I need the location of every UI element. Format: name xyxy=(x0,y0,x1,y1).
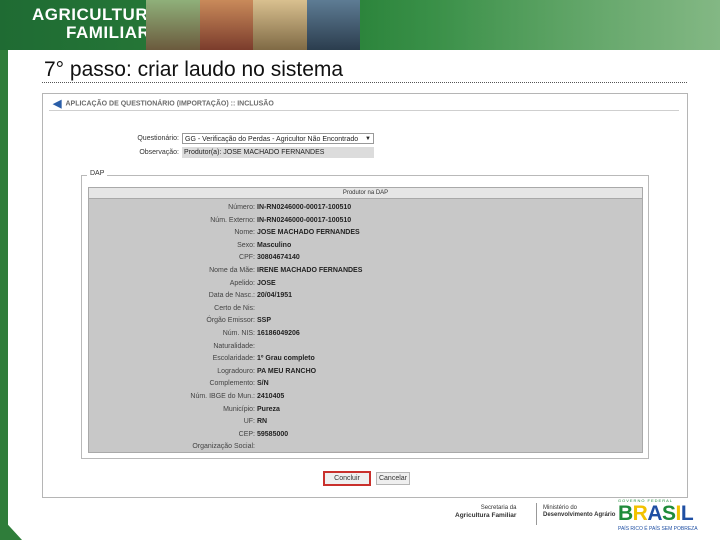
brand-logo: AGRICULTURA FAMILIAR xyxy=(32,6,161,42)
dap-row-value: Masculino xyxy=(257,241,292,249)
dap-row: Organização Social: xyxy=(89,441,642,454)
header-swoosh xyxy=(360,0,720,50)
title-divider xyxy=(42,82,687,83)
header-photos xyxy=(146,0,360,50)
dap-row: Núm. Externo: IN-RN0246000-00017-100510 xyxy=(89,215,642,228)
dap-row-label: Sexo: xyxy=(237,241,255,249)
page-title: 7° passo: criar laudo no sistema xyxy=(44,58,344,81)
photo-woman xyxy=(199,0,253,50)
dap-row-label: Município: xyxy=(223,405,255,413)
dap-row-label: Certo de Nis: xyxy=(214,304,255,312)
dap-row-label: Órgão Emissor: xyxy=(206,317,255,325)
chevron-down-icon[interactable]: ▼ xyxy=(365,134,371,143)
dap-row-label: Apelido: xyxy=(229,279,255,287)
dap-panel: Produtor na DAP Número: IN-RN0246000-0001… xyxy=(88,187,643,453)
dap-row-label: Data de Nasc.: xyxy=(208,292,255,300)
dap-row: Número: IN-RN0246000-00017-100510 xyxy=(89,202,642,215)
dap-row: Data de Nasc.: 20/04/1951 xyxy=(89,290,642,303)
questionario-label: Questionário: xyxy=(137,135,179,142)
dap-row-label: Nome: xyxy=(234,229,255,237)
ministerio-logo: Ministério do Desenvolvimento Agrário xyxy=(543,505,615,519)
concluir-button[interactable]: Concluir xyxy=(323,471,371,486)
left-accent-bar xyxy=(0,50,8,540)
dap-row-label: Núm. Externo: xyxy=(210,216,255,224)
dap-row-label: Nome da Mãe: xyxy=(209,266,255,274)
dap-row: Apelido: JOSE xyxy=(89,278,642,291)
brand-line2: FAMILIAR xyxy=(66,23,151,42)
dap-row-label: Naturalidade: xyxy=(213,342,255,350)
dap-row-label: UF: xyxy=(243,418,255,426)
dap-row-label: Logradouro: xyxy=(217,367,255,375)
dap-row-label: Núm. IBGE do Mun.: xyxy=(190,392,255,400)
dap-row: Logradouro: PA MEU RANCHO xyxy=(89,366,642,379)
dap-row-label: Número: xyxy=(228,204,255,211)
footer-divider xyxy=(536,503,537,525)
secretaria-line2: Agricultura Familiar xyxy=(455,512,517,519)
dap-row: Sexo: Masculino xyxy=(89,240,642,253)
secretaria-line1: Secretaria da xyxy=(480,505,517,511)
observacao-field[interactable]: Produtor(a): JOSE MACHADO FERNANDES xyxy=(182,147,374,158)
dap-row-value: 1º Grau completo xyxy=(257,355,315,363)
back-arrow-icon[interactable]: ◀ xyxy=(53,98,61,110)
brasil-wordmark: BRASIL xyxy=(618,502,694,525)
dap-row-value: 16186049206 xyxy=(257,329,300,337)
ministerio-line2: Desenvolvimento Agrário xyxy=(543,512,616,518)
dap-row-label: Escolaridade: xyxy=(212,355,255,363)
dap-row: CEP: 59585000 xyxy=(89,429,642,442)
dap-row-value: IRENE MACHADO FERNANDES xyxy=(257,266,363,274)
dap-row: Nome: JOSE MACHADO FERNANDES xyxy=(89,227,642,240)
secretaria-logo: Secretaria da Agricultura Familiar xyxy=(455,505,516,520)
brasil-logo: GOVERNO FEDERAL BRASIL PAÍS RICO É PAÍS … xyxy=(618,498,710,532)
dap-row: UF: RN xyxy=(89,416,642,429)
dap-row-value: 2410405 xyxy=(257,392,285,400)
dap-row: Complemento: S/N xyxy=(89,378,642,391)
dap-row-value: 20/04/1951 xyxy=(257,292,293,300)
app-header: ◀ APLICAÇÃO DE QUESTIONÁRIO (IMPORTAÇÃO) … xyxy=(53,97,274,110)
dap-fieldset: DAP Produtor na DAP Número: IN-RN0246000-… xyxy=(81,170,649,459)
dap-panel-header: Produtor na DAP xyxy=(89,188,642,199)
header-banner: AGRICULTURA FAMILIAR xyxy=(0,0,720,50)
brand-line1: AGRICULTURA xyxy=(32,5,161,24)
questionario-value: GG - Verificação do Perdas - Agricultor … xyxy=(185,136,359,143)
photo-workers xyxy=(306,0,360,50)
dap-legend: DAP xyxy=(87,170,108,177)
questionario-select[interactable]: GG - Verificação do Perdas - Agricultor … xyxy=(182,133,374,144)
cancelar-button[interactable]: Cancelar xyxy=(376,472,410,485)
dap-row: Nome da Mãe: IRENE MACHADO FERNANDES xyxy=(89,265,642,278)
brasil-slogan: PAÍS RICO É PAÍS SEM POBREZA xyxy=(618,526,698,532)
dap-row: Município: Pureza xyxy=(89,404,642,417)
dap-row-value: JOSE xyxy=(257,279,276,287)
dap-row-label: CEP: xyxy=(238,430,255,438)
ministerio-line1: Ministério do xyxy=(543,505,578,511)
dap-row-value: 30804674140 xyxy=(257,254,300,262)
dap-row-value: IN-RN0246000-00017-100510 xyxy=(257,204,352,211)
dap-row-value: JOSE MACHADO FERNANDES xyxy=(257,229,360,237)
app-title: APLICAÇÃO DE QUESTIONÁRIO (IMPORTAÇÃO) :… xyxy=(65,100,274,108)
dap-row-value: RN xyxy=(257,418,268,426)
dap-row-label: Organização Social: xyxy=(192,443,255,451)
dap-row-value: SSP xyxy=(257,317,272,325)
photo-man-hat xyxy=(253,0,307,50)
app-header-divider xyxy=(49,110,679,111)
dap-row: Certo de Nis: xyxy=(89,303,642,316)
dap-row: Núm. IBGE do Mun.: 2410405 xyxy=(89,391,642,404)
dap-row-value: S/N xyxy=(257,380,269,388)
application-frame: ◀ APLICAÇÃO DE QUESTIONÁRIO (IMPORTAÇÃO) … xyxy=(42,93,688,498)
dap-row-value: IN-RN0246000-00017-100510 xyxy=(257,216,352,224)
dap-row-label: Complemento: xyxy=(209,380,255,388)
dap-row: Escolaridade: 1º Grau completo xyxy=(89,353,642,366)
dap-row-label: Núm. NIS: xyxy=(222,329,255,337)
dap-row-value: 59585000 xyxy=(257,430,289,438)
dap-row: Órgão Emissor: SSP xyxy=(89,315,642,328)
dap-row-value: Pureza xyxy=(257,405,280,413)
photo-farmer xyxy=(146,0,200,50)
dap-row: Núm. NIS: 16186049206 xyxy=(89,328,642,341)
dap-row: CPF: 30804674140 xyxy=(89,252,642,265)
dap-row-label: CPF: xyxy=(239,254,255,262)
dap-row: Naturalidade: xyxy=(89,341,642,354)
observacao-label: Observação: xyxy=(139,149,179,156)
dap-row-value: PA MEU RANCHO xyxy=(257,367,317,375)
dap-rows: Número: IN-RN0246000-00017-100510 Núm. Ext… xyxy=(89,202,642,454)
left-corner-accent xyxy=(0,516,22,540)
